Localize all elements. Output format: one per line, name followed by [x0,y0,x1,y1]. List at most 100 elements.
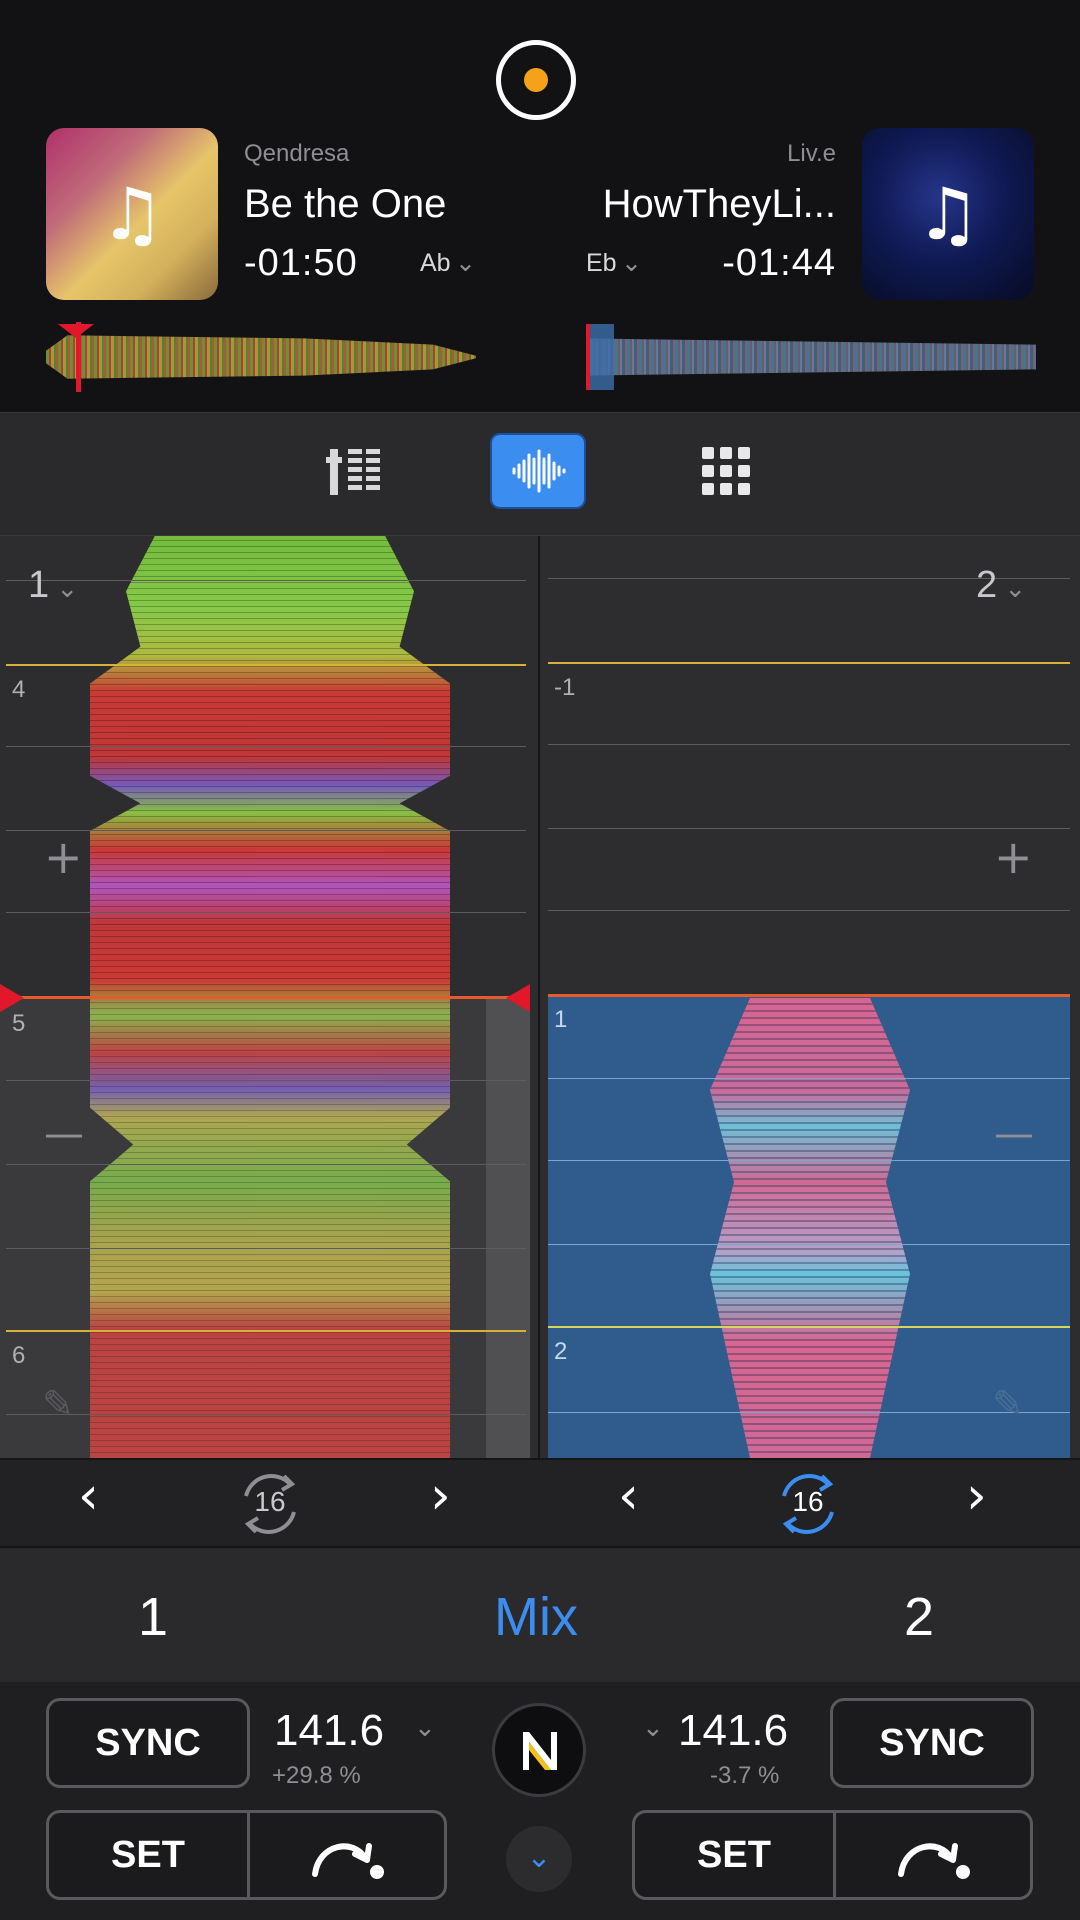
deck2-overview-playhead [586,324,590,390]
zoom-out-button[interactable]: — [44,1114,84,1154]
deck2-next-button[interactable]: › [966,1470,987,1522]
deck2-number: 2 [976,564,998,606]
bar-gridline [6,1330,526,1332]
deck2-waveform-view[interactable]: 2 ⌄ -1 1 2 + — ✎ [540,536,1080,1458]
deck1-time-remaining: -01:50 [244,242,358,284]
waveform-icon [512,449,566,493]
deck2-artist: Liv.e [787,140,836,167]
deck2-playhead [548,994,1070,997]
deck1-sync-button[interactable]: SYNC [46,1698,250,1788]
beat-gridline [6,746,526,747]
beat-gridline [6,580,526,581]
beat-gridline [548,1078,1070,1079]
deck2-loop-length: 16 [792,1486,824,1517]
deck2-loop-button[interactable]: 16 [770,1466,846,1542]
deck2-time-remaining: -01:44 [722,242,836,284]
record-button[interactable] [496,40,576,120]
pads-grid-icon [702,447,750,495]
deck2-overview-position [586,324,614,390]
deck2-pitch: -3.7 % [710,1762,780,1789]
chevron-down-icon: ⌄ [642,1712,664,1742]
deck1-selector[interactable]: 1 ⌄ [28,564,78,607]
beat-gridline [548,828,1070,829]
collapse-button[interactable]: ⌄ [506,1826,572,1892]
loop-nav-row [0,1458,1080,1548]
beat-gridline [548,1160,1070,1161]
deck2-sync-button[interactable]: SYNC [830,1698,1034,1788]
music-note-icon: ♫ [99,172,165,256]
pads-tab[interactable] [678,433,774,509]
deck2-title: HowTheyLi... [602,182,836,226]
beat-gridline [6,1080,526,1081]
record-dot-icon [524,68,548,92]
deck1-played-region [0,996,530,1458]
mix-deck1-label[interactable]: 1 [138,1586,168,1648]
beat-gridline [6,1164,526,1165]
bar-gridline [548,1326,1070,1328]
deck1-set-button[interactable]: SET [46,1810,250,1900]
chevron-down-icon: ⌄ [526,1841,552,1874]
mix-deck2-label[interactable]: 2 [904,1586,934,1648]
beat-gridline [548,744,1070,745]
deck1-prev-button[interactable]: ‹ [78,1470,99,1522]
beat-gridline [548,1244,1070,1245]
deck1-title: Be the One [244,182,447,226]
beat-gridline [6,1414,526,1415]
beat-label: 6 [12,1342,26,1369]
beat-gridline [6,912,526,913]
mixer-tab[interactable] [306,433,402,509]
deck2-waveform [710,998,910,1458]
zoom-out-button[interactable]: — [994,1114,1034,1154]
deck2-cue-jump-button[interactable] [833,1810,1033,1900]
pencil-edit-icon[interactable]: ✎ [992,1382,1024,1426]
mixer-icon [326,449,380,495]
bar-gridline [6,664,526,666]
pencil-edit-icon[interactable]: ✎ [42,1382,74,1426]
mix-label[interactable]: Mix [494,1586,578,1648]
deck-divider [538,536,540,1546]
chevron-down-icon: ⌄ [49,573,79,603]
deck2-prev-button[interactable]: ‹ [618,1470,639,1522]
deck1-artist: Qendresa [244,140,350,167]
waveform-tab[interactable] [490,433,586,509]
beat-label: 1 [554,1006,568,1033]
deck2-key: Eb [586,249,617,277]
deck1-cue-jump-button[interactable] [247,1810,447,1900]
deck1-waveform-view[interactable]: 1 ⌄ 4 5 6 + — ✎ [0,536,538,1458]
zoom-in-button[interactable]: + [994,834,1033,880]
deck1-edge-band [486,996,530,1458]
n-sync-button[interactable] [492,1703,586,1797]
cue-jump-arrow-icon [312,1843,384,1879]
deck1-loop-button[interactable]: 16 [232,1466,308,1542]
deck1-artwork[interactable]: ♫ [46,128,218,300]
deck1-playhead [0,996,530,999]
deck1-loop-length: 16 [254,1486,286,1517]
deck2-selector[interactable]: 2 ⌄ [976,564,1026,607]
music-note-icon: ♫ [915,172,981,256]
deck2-set-button[interactable]: SET [632,1810,836,1900]
beat-gridline [6,830,526,831]
deck2-bpm[interactable]: 141.6 [678,1706,788,1756]
chevron-down-icon: ⌄ [414,1712,436,1742]
deck1-pitch: +29.8 % [272,1762,361,1789]
bar-gridline [548,662,1070,664]
cue-jump-arrow-icon [898,1843,970,1879]
chevron-down-icon: ⌄ [455,249,476,277]
chevron-down-icon: ⌄ [621,249,642,277]
deck1-number: 1 [28,564,50,606]
deck2-artwork[interactable]: ♫ [862,128,1034,300]
beat-gridline [6,1248,526,1249]
zoom-in-button[interactable]: + [44,834,83,880]
deck1-key: Ab [420,249,451,277]
deck2-key-selector[interactable]: Eb ⌄ [586,248,642,278]
beat-gridline [548,910,1070,911]
chevron-down-icon: ⌄ [997,573,1027,603]
playhead-marker-left-icon [0,984,24,1012]
deck1-key-selector[interactable]: Ab ⌄ [420,248,476,278]
deck1-next-button[interactable]: › [430,1470,451,1522]
deck1-bpm[interactable]: 141.6 [274,1706,384,1756]
beat-label: 5 [12,1010,26,1037]
playhead-marker-right-icon [506,984,530,1012]
beat-label: 4 [12,676,26,703]
beat-label: -1 [554,674,576,701]
